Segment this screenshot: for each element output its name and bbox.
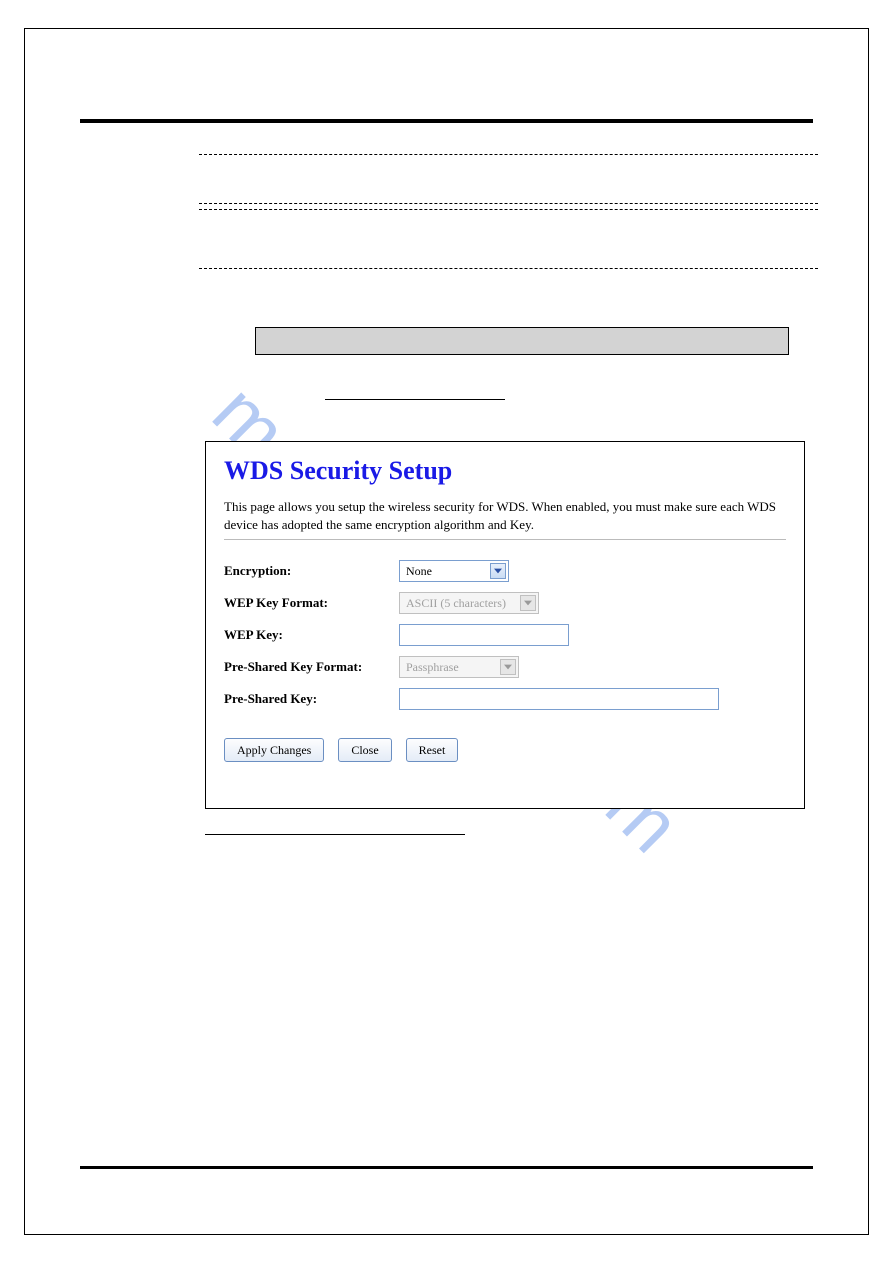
wds-security-panel: WDS Security Setup This page allows you … xyxy=(205,441,805,809)
row-psk: Pre-Shared Key: xyxy=(224,688,786,710)
bottom-divider xyxy=(80,1166,813,1169)
button-row: Apply Changes Close Reset xyxy=(224,738,786,762)
encryption-value: None xyxy=(406,564,432,579)
center-underline xyxy=(325,399,505,400)
reset-button[interactable]: Reset xyxy=(406,738,459,762)
encryption-label: Encryption: xyxy=(224,563,399,579)
grey-placeholder-bar xyxy=(255,327,789,355)
dotted-row-1 xyxy=(199,154,818,204)
row-wep-key-format: WEP Key Format: ASCII (5 characters) xyxy=(224,592,786,614)
chevron-down-icon xyxy=(520,595,536,611)
close-button[interactable]: Close xyxy=(338,738,391,762)
top-divider xyxy=(80,119,813,123)
wep-key-label: WEP Key: xyxy=(224,627,399,643)
row-wep-key: WEP Key: xyxy=(224,624,786,646)
chevron-down-icon xyxy=(490,563,506,579)
panel-description: This page allows you setup the wireless … xyxy=(224,498,786,533)
wep-key-input[interactable] xyxy=(399,624,569,646)
row-encryption: Encryption: None xyxy=(224,560,786,582)
wep-key-format-select: ASCII (5 characters) xyxy=(399,592,539,614)
psk-format-value: Passphrase xyxy=(406,660,459,675)
psk-input[interactable] xyxy=(399,688,719,710)
caption-underline xyxy=(205,834,465,835)
document-page: manualshive.com WDS Security Setup This … xyxy=(0,0,893,1263)
psk-format-select: Passphrase xyxy=(399,656,519,678)
apply-changes-button[interactable]: Apply Changes xyxy=(224,738,324,762)
row-psk-format: Pre-Shared Key Format: Passphrase xyxy=(224,656,786,678)
psk-label: Pre-Shared Key: xyxy=(224,691,399,707)
panel-title: WDS Security Setup xyxy=(224,456,786,486)
chevron-down-icon xyxy=(500,659,516,675)
psk-format-label: Pre-Shared Key Format: xyxy=(224,659,399,675)
wep-key-format-value: ASCII (5 characters) xyxy=(406,596,506,611)
panel-divider xyxy=(224,539,786,540)
dotted-row-2 xyxy=(199,209,818,269)
encryption-select[interactable]: None xyxy=(399,560,509,582)
wep-key-format-label: WEP Key Format: xyxy=(224,595,399,611)
page-border: manualshive.com WDS Security Setup This … xyxy=(24,28,869,1235)
